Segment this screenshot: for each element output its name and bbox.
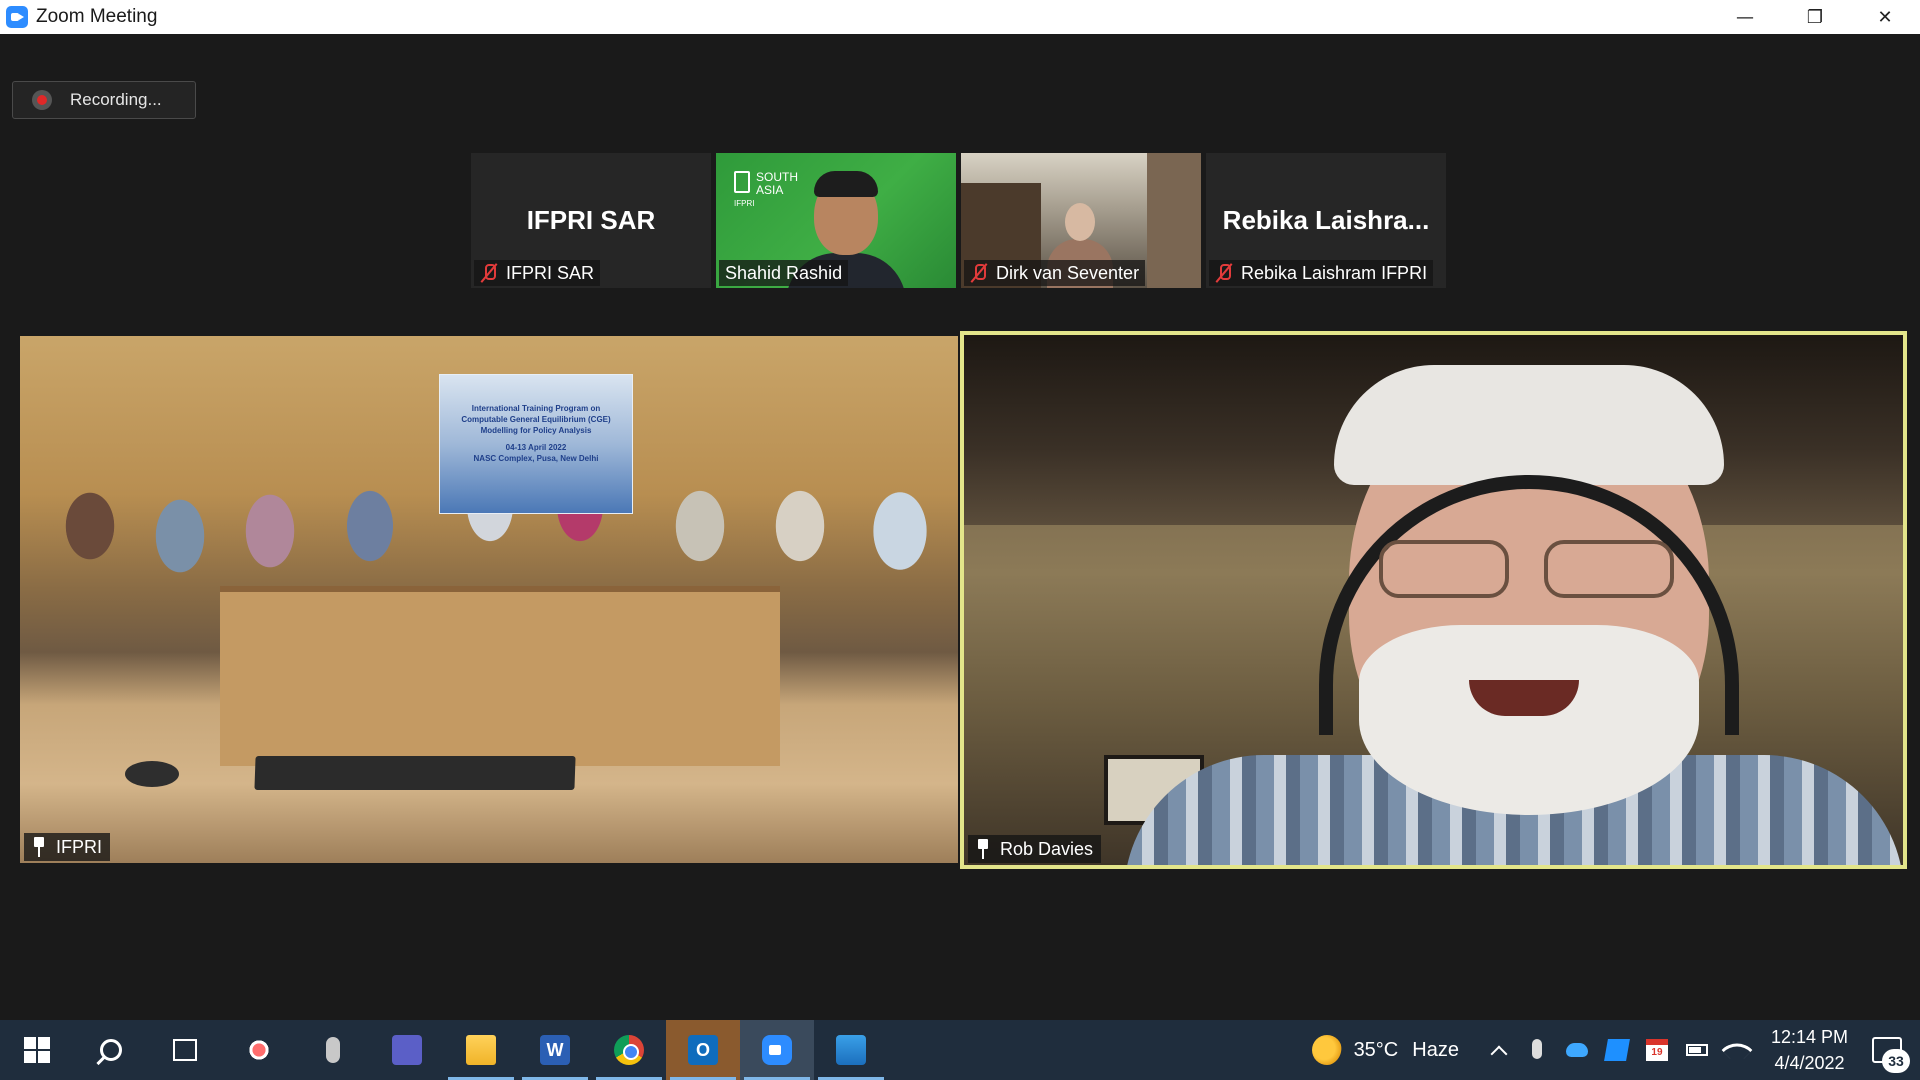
- ifpri-logo-icon: [734, 171, 750, 193]
- training-banner: International Training Program on Comput…: [439, 374, 633, 514]
- minimize-button[interactable]: —: [1710, 0, 1780, 34]
- weather-temperature[interactable]: 35°C: [1354, 1039, 1399, 1062]
- clock-time: 12:14 PM: [1770, 1027, 1848, 1047]
- system-tray: 35°C Haze 19 12:14 PM 4/4/2022 33: [1311, 1020, 1920, 1080]
- ifpri-south-asia-logo: SOUTH ASIA IFPRI: [734, 170, 798, 208]
- title-bar: Zoom Meeting — ❐ ✕: [0, 0, 1920, 34]
- participant-nameplate: Rebika Laishram IFPRI: [1209, 260, 1434, 286]
- participant-name: Rebika Laishram IFPRI: [1241, 262, 1428, 283]
- participant-nameplate: IFPRI: [24, 833, 111, 861]
- teams-icon: [392, 1035, 422, 1065]
- pin-icon: [32, 837, 46, 857]
- participant-name: IFPRI SAR: [506, 262, 595, 283]
- conference-table: [220, 586, 780, 766]
- start-button[interactable]: [0, 1020, 74, 1080]
- participant-display-name: IFPRI SAR: [526, 205, 656, 235]
- notification-count-badge: 33: [1882, 1049, 1910, 1073]
- meeting-stage: Recording... IFPRI SAR IFPRI SAR SOUTH AS…: [0, 34, 1920, 1020]
- participant-nameplate: Rob Davies: [968, 835, 1102, 863]
- video-tile-ifpri[interactable]: International Training Program on Comput…: [20, 336, 958, 863]
- taskbar-app-zoom[interactable]: [740, 1020, 814, 1080]
- glasses: [1379, 540, 1679, 600]
- tray-battery[interactable]: [1685, 1039, 1708, 1061]
- outlook-icon: O: [688, 1035, 718, 1065]
- wifi-icon: [1721, 1034, 1753, 1066]
- zoom-app-icon: [6, 6, 28, 28]
- participant-name: Shahid Rashid: [725, 262, 843, 283]
- window-title: Zoom Meeting: [36, 6, 158, 27]
- search-button[interactable]: [74, 1020, 148, 1080]
- chevron-up-icon[interactable]: [1490, 1045, 1508, 1063]
- participant-name: Dirk van Seventer: [996, 262, 1140, 283]
- weather-icon[interactable]: [1311, 1035, 1342, 1065]
- chrome-icon: [614, 1035, 644, 1065]
- participant-nameplate: IFPRI SAR: [474, 260, 601, 286]
- clock[interactable]: 12:14 PM 4/4/2022: [1771, 1024, 1848, 1076]
- participant-name: Rob Davies: [1000, 838, 1094, 859]
- calendar-icon[interactable]: 19: [1645, 1039, 1668, 1061]
- k-app-icon[interactable]: [1604, 1039, 1630, 1061]
- taskbar-app-voice-recorder[interactable]: [296, 1020, 370, 1080]
- weather-condition[interactable]: Haze: [1412, 1039, 1459, 1062]
- tray-network[interactable]: [1721, 1034, 1753, 1066]
- search-icon: [100, 1039, 122, 1061]
- window-controls: — ❐ ✕: [1710, 0, 1920, 34]
- taskbar-app-chrome[interactable]: [592, 1020, 666, 1080]
- taskbar-app-word[interactable]: W: [518, 1020, 592, 1080]
- task-view-icon: [173, 1039, 197, 1061]
- taskbar-app-file-explorer[interactable]: [444, 1020, 518, 1080]
- windows-icon: [24, 1037, 50, 1063]
- cloud-icon: [1565, 1043, 1588, 1057]
- clock-date: 4/4/2022: [1774, 1053, 1845, 1073]
- participant-display-name: Rebika Laishra...: [1222, 205, 1430, 235]
- zoom-icon: [762, 1035, 792, 1065]
- battery-icon: [1685, 1044, 1708, 1056]
- taskbar-app-snipping-tool[interactable]: [222, 1020, 296, 1080]
- taskbar-app-outlook[interactable]: O: [666, 1020, 740, 1080]
- taskbar-app-teams[interactable]: [370, 1020, 444, 1080]
- mic-muted-icon: [1215, 263, 1233, 283]
- record-icon: [32, 90, 52, 110]
- word-icon: W: [540, 1035, 570, 1065]
- restore-button[interactable]: ❐: [1780, 0, 1850, 34]
- pin-icon: [976, 839, 990, 859]
- participant-thumbnail[interactable]: Rebika Laishra... Rebika Laishram IFPRI: [1206, 153, 1446, 288]
- participant-name: IFPRI: [56, 836, 103, 857]
- tray-onedrive[interactable]: [1565, 1039, 1588, 1061]
- recording-indicator[interactable]: Recording...: [12, 81, 196, 119]
- mic-muted-icon: [480, 263, 498, 283]
- tray-microphone[interactable]: [1526, 1039, 1548, 1061]
- participant-thumbnail[interactable]: IFPRI SAR IFPRI SAR: [471, 153, 711, 288]
- participant-face: [1065, 203, 1095, 241]
- mouse: [125, 761, 179, 787]
- recording-label: Recording...: [70, 90, 162, 109]
- close-button[interactable]: ✕: [1850, 0, 1920, 34]
- microphone-icon: [326, 1037, 340, 1063]
- task-view-button[interactable]: [148, 1020, 222, 1080]
- folder-icon: [466, 1035, 496, 1065]
- taskbar-app-photos[interactable]: [814, 1020, 888, 1080]
- keyboard: [254, 756, 576, 790]
- participant-thumbnail[interactable]: Dirk van Seventer: [961, 153, 1201, 288]
- participant-thumbnail[interactable]: SOUTH ASIA IFPRI Shahid Rashid: [716, 153, 956, 288]
- participant-nameplate: Shahid Rashid: [719, 260, 849, 286]
- mic-muted-icon: [970, 263, 988, 283]
- participant-nameplate: Dirk van Seventer: [964, 260, 1146, 286]
- notification-center-button[interactable]: 33: [1872, 1037, 1910, 1073]
- taskbar: W O 35°C Haze 19 12:14 PM 4/4/2022 33: [0, 1020, 1920, 1080]
- microphone-icon: [1531, 1039, 1542, 1059]
- photos-icon: [836, 1035, 866, 1065]
- snipping-tool-icon: [244, 1035, 274, 1065]
- video-tile-rob-davies[interactable]: Rob Davies: [960, 331, 1907, 869]
